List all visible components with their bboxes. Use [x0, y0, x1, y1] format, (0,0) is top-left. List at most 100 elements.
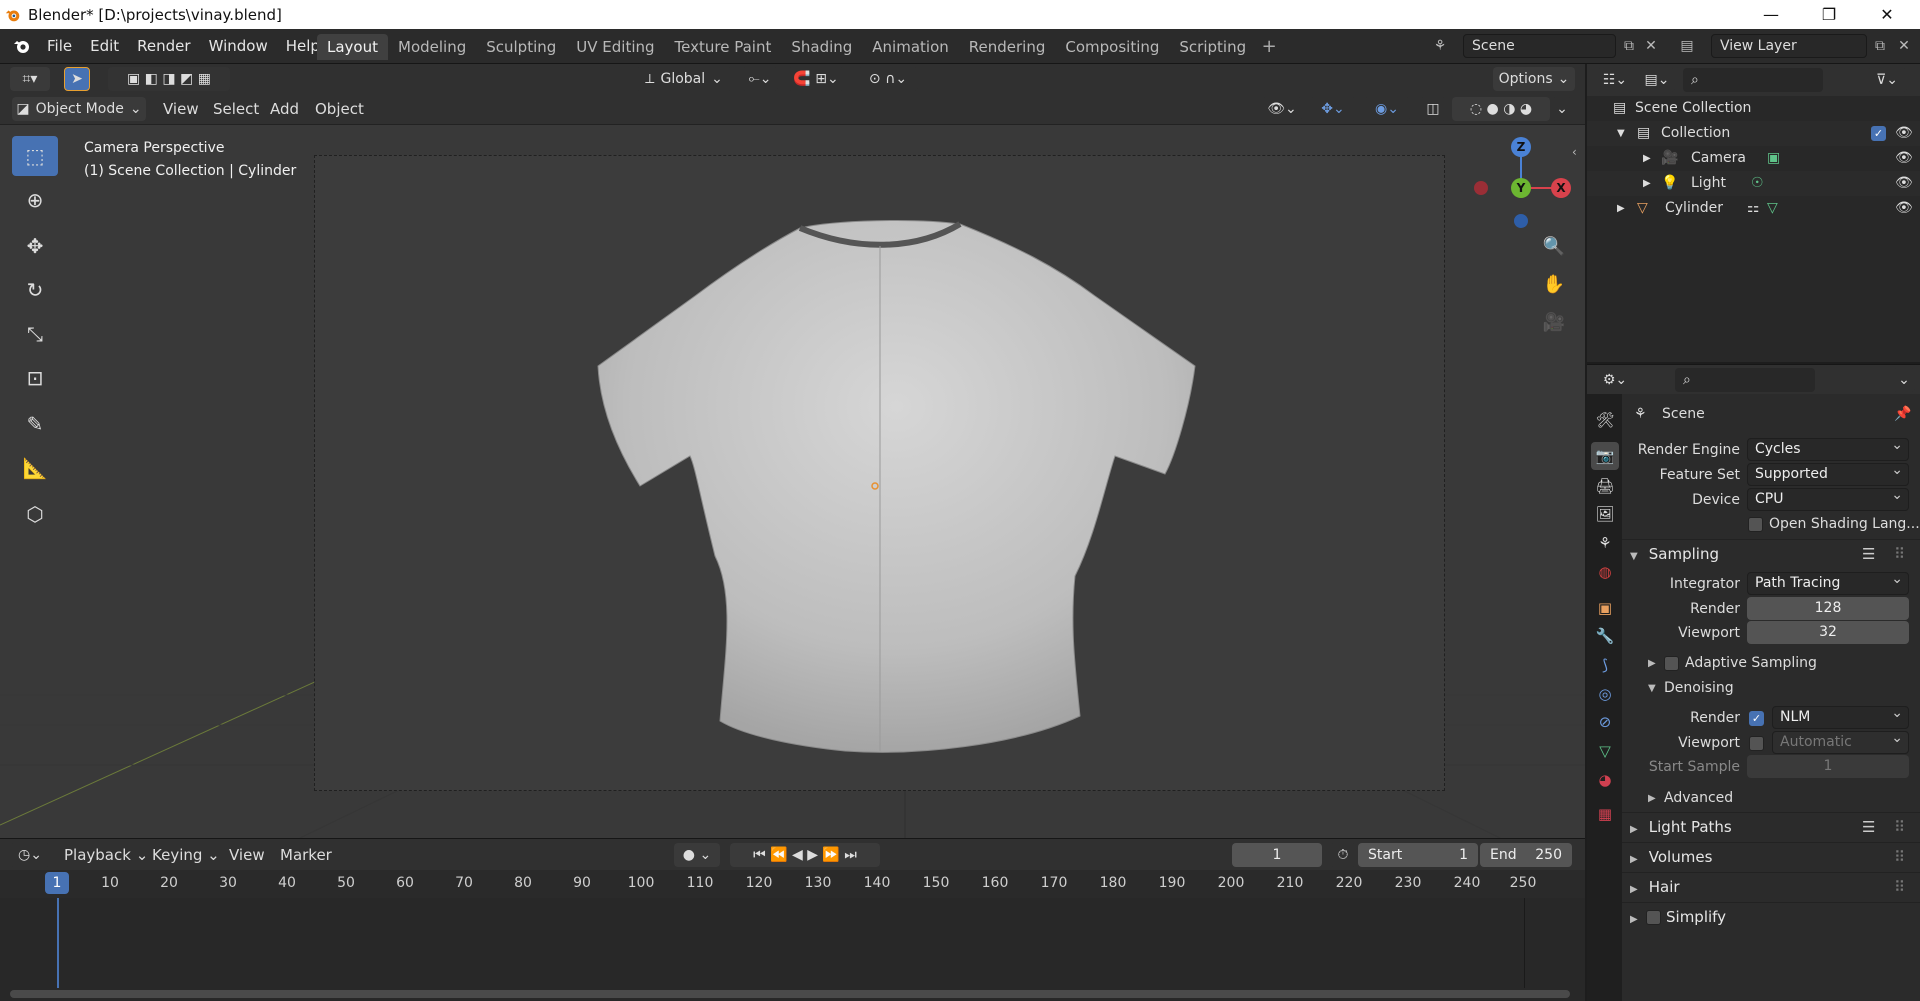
drag-handle-icon[interactable]: ⠿ — [1894, 540, 1905, 568]
tab-rendering[interactable]: Rendering — [959, 34, 1056, 60]
menu-window[interactable]: Window — [200, 29, 277, 64]
presets-list-icon[interactable]: ☰ — [1862, 813, 1875, 841]
maximize-button[interactable]: ❐ — [1800, 0, 1858, 29]
object-mode-dropdown[interactable]: ◪ Object Mode ⌄ — [12, 97, 146, 121]
xray-toggle-icon[interactable]: ◫ — [1420, 97, 1446, 121]
menu-view[interactable]: View — [163, 97, 199, 121]
properties-editor-type-icon[interactable]: ⚙⌄ — [1597, 368, 1633, 392]
tab-texture-paint[interactable]: Texture Paint — [665, 34, 782, 60]
expand-toggle-icon[interactable]: ▼ — [1617, 121, 1625, 146]
device-dropdown[interactable]: CPU — [1747, 485, 1909, 511]
timeline-keyframe-area[interactable] — [0, 898, 1585, 1001]
texture-tab-icon[interactable]: ▦ — [1591, 800, 1619, 828]
visibility-eye-icon[interactable]: 👁 — [1895, 171, 1913, 196]
menu-select[interactable]: Select — [213, 97, 259, 121]
presets-list-icon[interactable]: ☰ — [1862, 540, 1875, 568]
camera-data-icon[interactable]: ▣ — [1767, 146, 1780, 171]
filter-icon[interactable]: ⊽⌄ — [1867, 68, 1907, 92]
hair-panel-header[interactable]: ▶ Hair ⠿ — [1622, 872, 1920, 900]
scene-browse-icon[interactable]: ⚘ — [1428, 34, 1452, 58]
mesh-data-icon[interactable]: ▽ — [1767, 196, 1778, 221]
denoise-render-dropdown[interactable]: NLM — [1772, 703, 1909, 729]
3d-viewport[interactable]: Camera Perspective (1) Scene Collection … — [0, 125, 1585, 838]
annotate-tool-icon[interactable]: ✎ — [12, 404, 58, 444]
menu-edit[interactable]: Edit — [81, 29, 128, 64]
constraints-tab-icon[interactable]: ⊘ — [1591, 708, 1619, 736]
data-tab-icon[interactable]: ▽ — [1591, 737, 1619, 765]
select-tool-icon[interactable]: ➤ — [64, 67, 90, 91]
select-box-tool-icon[interactable]: ⬚ — [12, 136, 58, 176]
shading-options-icon[interactable]: ⌄ — [1552, 97, 1572, 121]
visibility-eye-icon[interactable]: 👁 — [1895, 121, 1913, 146]
integrator-dropdown[interactable]: Path Tracing — [1747, 569, 1909, 595]
viewport-samples-field[interactable]: 32 — [1747, 621, 1909, 644]
light-paths-panel-header[interactable]: ▶ Light Paths ☰ ⠿ — [1622, 812, 1920, 840]
menu-marker[interactable]: Marker — [280, 843, 332, 867]
menu-keying[interactable]: Keying ⌄ — [152, 843, 220, 867]
expand-toggle-icon[interactable]: ▶ — [1643, 146, 1651, 171]
visibility-eye-icon[interactable]: 👁 — [1895, 146, 1913, 171]
playback-controls[interactable]: ⏮ ⏪ ◀ ▶ ⏩ ⏭ — [730, 843, 880, 867]
denoise-render-checkbox[interactable]: ✓ — [1749, 711, 1764, 726]
sidebar-toggle-icon[interactable]: ‹ — [1572, 145, 1577, 159]
selection-mode-icons[interactable]: ▣ ◧ ◨ ◩ ▦ — [108, 67, 230, 91]
physics-tab-icon[interactable]: ◎ — [1591, 680, 1619, 708]
gizmo-toggle-icon[interactable]: ✥⌄ — [1310, 97, 1356, 121]
close-window-button[interactable]: ✕ — [1858, 0, 1916, 29]
view-layer-field[interactable]: View Layer — [1711, 34, 1867, 58]
move-tool-icon[interactable]: ✥ — [12, 226, 58, 266]
volumes-panel-header[interactable]: ▶ Volumes ⠿ — [1622, 842, 1920, 870]
outliner-row-camera[interactable]: ▶ 🎥 Camera ▣ 👁 — [1587, 146, 1920, 171]
measure-tool-icon[interactable]: 📐 — [12, 448, 58, 488]
cursor-tool-icon[interactable]: ⊕ — [12, 180, 58, 220]
drag-handle-icon[interactable]: ⠿ — [1894, 843, 1905, 871]
scene-tab-icon[interactable]: ⚘ — [1591, 529, 1619, 557]
modifier-icon[interactable]: ⚏ — [1747, 196, 1760, 221]
adaptive-sampling-subpanel[interactable]: ▶ Adaptive Sampling — [1622, 651, 1920, 676]
exclude-checkbox[interactable]: ✓ — [1871, 126, 1886, 141]
tab-scripting[interactable]: Scripting — [1169, 34, 1256, 60]
options-dropdown[interactable]: Options ⌄ — [1493, 67, 1575, 91]
pan-hand-icon[interactable]: ✋ — [1539, 269, 1569, 299]
visibility-eye-icon[interactable]: 👁 — [1895, 196, 1913, 221]
tab-modeling[interactable]: Modeling — [388, 34, 476, 60]
outliner-search-input[interactable]: ⌕ — [1683, 68, 1823, 92]
menu-add[interactable]: Add — [270, 97, 299, 121]
simplify-panel-header[interactable]: ▶ Simplify — [1622, 902, 1920, 930]
advanced-subpanel[interactable]: ▶ Advanced — [1622, 786, 1920, 811]
light-data-icon[interactable]: ☉ — [1751, 171, 1764, 196]
outliner-editor-type-icon[interactable]: ☷⌄ — [1597, 68, 1633, 92]
proportional-edit-icon[interactable]: ⊙ ∩⌄ — [858, 67, 918, 91]
timeline-scrollbar[interactable] — [10, 990, 1570, 998]
output-tab-icon[interactable]: 🖨 — [1591, 472, 1619, 500]
outliner-row-cylinder[interactable]: ▶ ▽ Cylinder ⚏ ▽ 👁 — [1587, 196, 1920, 221]
outliner-row-collection[interactable]: ▼ ▤ Collection ✓ 👁 — [1587, 121, 1920, 146]
shading-mode-icons[interactable]: ◌ ● ◑ ◕ — [1452, 97, 1550, 121]
scale-tool-icon[interactable]: ⤡ — [12, 314, 58, 354]
expand-toggle-icon[interactable]: ▶ — [1643, 171, 1651, 196]
simplify-checkbox[interactable] — [1646, 910, 1661, 925]
transform-tool-icon[interactable]: ⊡ — [12, 358, 58, 398]
menu-render[interactable]: Render — [128, 29, 199, 64]
object-tab-icon[interactable]: ▣ — [1591, 594, 1619, 622]
osl-row[interactable]: Open Shading Lang... — [1622, 512, 1920, 537]
outliner-row-light[interactable]: ▶ 💡 Light ☉ 👁 — [1587, 171, 1920, 196]
tab-compositing[interactable]: Compositing — [1055, 34, 1169, 60]
timeline-editor-type-icon[interactable]: ◷⌄ — [10, 843, 50, 867]
expand-toggle-icon[interactable]: ▶ — [1617, 196, 1625, 221]
visibility-icon[interactable]: 👁⌄ — [1262, 97, 1302, 121]
denoising-subpanel[interactable]: ▼ Denoising — [1622, 676, 1920, 701]
timeline-ruler[interactable]: 1 10 20 30 40 50 60 70 80 90 100 110 120… — [0, 870, 1585, 898]
render-samples-field[interactable]: 128 — [1747, 597, 1909, 620]
menu-object[interactable]: Object — [315, 97, 364, 121]
rotate-tool-icon[interactable]: ↻ — [12, 270, 58, 310]
current-frame-field[interactable]: 1 — [1232, 843, 1322, 867]
start-sample-field[interactable]: 1 — [1747, 755, 1909, 778]
menu-playback[interactable]: Playback ⌄ — [64, 843, 148, 867]
new-view-layer-icon[interactable]: ⧉ — [1868, 34, 1892, 58]
gizmo-z-axis[interactable]: Z — [1511, 137, 1531, 157]
add-cube-tool-icon[interactable]: ⬡ — [12, 494, 58, 534]
material-tab-icon[interactable]: ◕ — [1591, 766, 1619, 794]
auto-keying-icon[interactable]: ● ⌄ — [674, 843, 720, 867]
properties-options-icon[interactable]: ⌄ — [1893, 368, 1915, 392]
